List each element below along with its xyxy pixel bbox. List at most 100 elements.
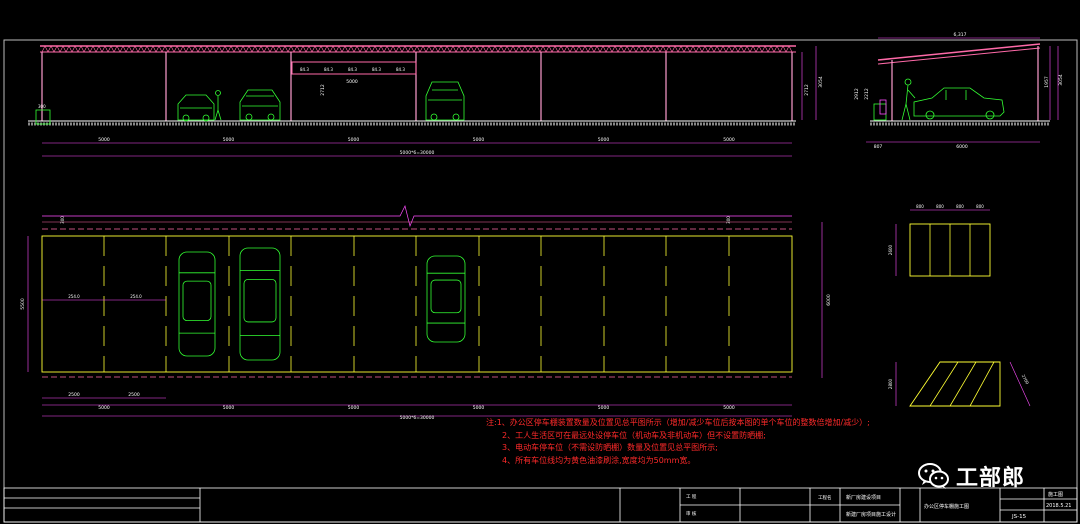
truss-web xyxy=(671,45,676,53)
watermark: 工部郎 xyxy=(918,460,1025,492)
truss-web xyxy=(266,45,271,53)
truss-web xyxy=(125,45,130,53)
truss-web xyxy=(206,45,211,53)
truss-web xyxy=(248,45,253,53)
truss-web xyxy=(290,45,295,53)
truss-web xyxy=(143,45,148,53)
truss-web xyxy=(467,45,472,53)
note-1: 注:1、办公区停车棚装置数量及位置见总平图所示（增加/减少车位后按本图的单个车位… xyxy=(486,418,870,427)
truss-web xyxy=(293,45,298,53)
truss-web xyxy=(221,45,226,53)
truss-web xyxy=(98,45,103,53)
truss-web xyxy=(68,45,73,53)
detail-angled-slots: 2800 2700 xyxy=(888,361,1031,407)
truss-web xyxy=(281,45,286,53)
truss-web xyxy=(719,45,724,53)
truss-web xyxy=(122,45,127,53)
truss-web xyxy=(656,45,661,53)
truss-web xyxy=(500,45,505,53)
truss-web xyxy=(461,45,466,53)
truss-web xyxy=(170,45,175,53)
truss-web xyxy=(581,45,586,53)
truss-web xyxy=(593,45,598,53)
plan-slot-dim: 5000 xyxy=(223,405,235,411)
truss-web xyxy=(194,45,199,53)
truss-web xyxy=(284,45,289,53)
side-bottom-mid: 6000 xyxy=(956,144,968,150)
truss-web xyxy=(599,45,604,53)
car-roof xyxy=(182,280,212,322)
truss-web xyxy=(317,45,322,53)
truss-web xyxy=(530,45,535,53)
truss-web xyxy=(407,45,412,53)
truss-web xyxy=(572,45,577,53)
truss-web xyxy=(554,45,559,53)
front-height-small: 2712 xyxy=(320,84,326,96)
truss-web xyxy=(242,45,247,53)
plan-total-dim: 5000*6=30000 xyxy=(400,415,435,421)
truss-web xyxy=(275,45,280,53)
truss-web xyxy=(710,45,715,53)
truss-web xyxy=(116,45,121,53)
truss-web xyxy=(347,45,352,53)
plan-slot-dim: 5000 xyxy=(723,405,735,411)
car-plan xyxy=(239,247,281,361)
front-slot-dim: 5000 xyxy=(723,137,735,143)
truss-web xyxy=(50,45,55,53)
truss-web xyxy=(188,45,193,53)
truss-web xyxy=(368,45,373,53)
truss-web xyxy=(734,45,739,53)
truss-web xyxy=(725,45,730,53)
side-height-right-b: 1957 xyxy=(1044,76,1050,88)
car-elevation-2 xyxy=(239,89,281,121)
parking-area xyxy=(41,235,793,373)
truss-web xyxy=(485,45,490,53)
truss-web xyxy=(566,45,571,53)
detail-dim: 800 xyxy=(956,204,964,209)
truss-web xyxy=(494,45,499,53)
note-2: 2、工人生活区可在最远处设停车位（机动车及非机动车）但不设置防晒棚; xyxy=(502,430,766,440)
truss-web xyxy=(176,45,181,53)
truss-web xyxy=(392,45,397,53)
truss-web xyxy=(617,45,622,53)
truss-web xyxy=(422,45,427,53)
truss-web xyxy=(335,45,340,53)
truss-web xyxy=(59,45,64,53)
truss-web xyxy=(440,45,445,53)
detail-plan-left-dim: 2600 xyxy=(888,244,893,255)
front-height-top: 3054 xyxy=(818,76,824,88)
truss-web xyxy=(443,45,448,53)
truss-web xyxy=(569,45,574,53)
truss-web xyxy=(149,45,154,53)
truss-web xyxy=(590,45,595,53)
car-plan xyxy=(426,255,466,343)
truss-web xyxy=(137,45,142,53)
plan-slot-dim: 5000 xyxy=(598,405,610,411)
truss-web xyxy=(173,45,178,53)
truss-web xyxy=(629,45,634,53)
truss-web xyxy=(482,45,487,53)
title-project-2: 新建厂房项目施工设计 xyxy=(846,511,896,518)
truss-web xyxy=(563,45,568,53)
plan-sub-dim-2: 2500 xyxy=(128,392,140,398)
truss-web xyxy=(257,45,262,53)
front-slot-dim: 5000 xyxy=(223,137,235,143)
truss-web xyxy=(296,45,301,53)
truss-web xyxy=(83,45,88,53)
cad-drawing-canvas: 5000 84.3 84.3 84.3 84.3 84.3 300 2712 3… xyxy=(0,0,1080,524)
detail-dim: 800 xyxy=(976,204,984,209)
truss-web xyxy=(788,45,793,53)
truss-web xyxy=(782,45,787,53)
truss-web xyxy=(764,45,769,53)
truss-web xyxy=(614,45,619,53)
truss-web xyxy=(209,45,214,53)
truss-web xyxy=(707,45,712,53)
truss-web xyxy=(518,45,523,53)
truss-web xyxy=(602,45,607,53)
truss-web xyxy=(356,45,361,53)
truss-web xyxy=(620,45,625,53)
truss-web xyxy=(371,45,376,53)
truss-web xyxy=(713,45,718,53)
truss-web xyxy=(722,45,727,53)
detail-straight-slots: 800 800 800 800 2600 xyxy=(888,204,991,277)
